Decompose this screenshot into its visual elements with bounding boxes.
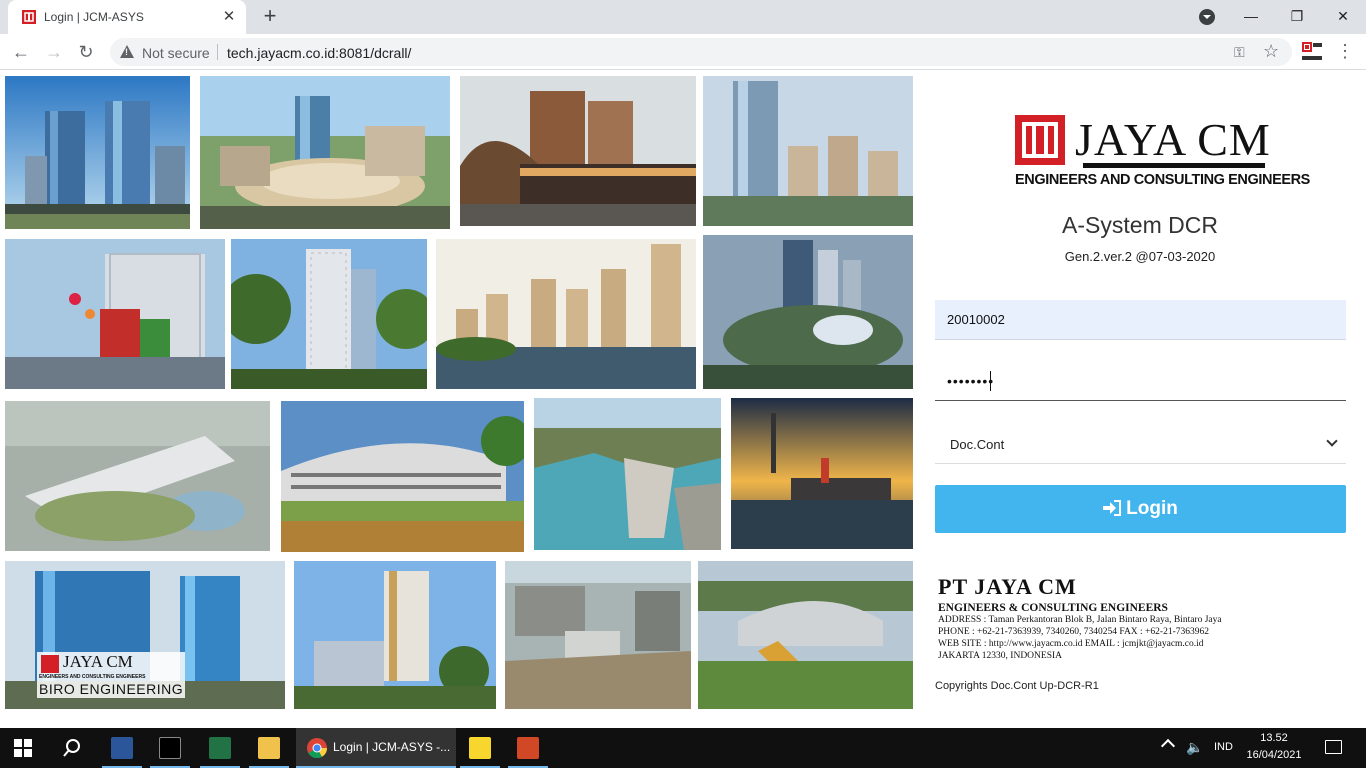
copyright-text: Copyrights Doc.Cont Up-DCR-R1 [935, 680, 1099, 692]
tab-search-icon[interactable] [1199, 9, 1215, 25]
photo-stadium-arch [460, 76, 696, 226]
company-address: ADDRESS : Taman Perkantoran Blok B, Jala… [938, 615, 1222, 625]
bookmark-star-icon[interactable]: ☆ [1263, 41, 1279, 62]
extension-biro-icon[interactable] [1300, 40, 1324, 64]
login-button[interactable]: Login [935, 485, 1346, 533]
sign-in-icon [1103, 500, 1122, 516]
windows-start-icon[interactable] [14, 739, 32, 757]
system-title: A-System DCR [1062, 212, 1218, 238]
taskbar-chrome[interactable]: Login | JCM-ASYS -... [296, 728, 456, 768]
login-button-label: Login [1126, 498, 1178, 519]
photo-residential-tower [231, 239, 427, 389]
tab-close-icon[interactable]: ✕ [220, 8, 238, 26]
chrome-icon [307, 738, 327, 758]
cmd-icon [159, 737, 181, 759]
password-field[interactable] [935, 361, 1346, 401]
taskbar-excel[interactable] [196, 728, 244, 768]
photo-lake-towers [436, 239, 696, 389]
company-tagline: ENGINEERS & CONSULTING ENGINEERS [938, 602, 1168, 614]
photo-construction-site [505, 561, 691, 709]
security-label[interactable]: Not secure [142, 45, 210, 61]
input-language[interactable]: IND [1214, 741, 1233, 753]
chevron-down-icon[interactable] [1326, 435, 1338, 447]
close-window-button[interactable]: ✕ [1320, 3, 1366, 29]
browser-tab[interactable]: Login | JCM-ASYS ✕ [8, 0, 246, 34]
taskbar-powerpoint[interactable] [504, 728, 552, 768]
photo-glass-tower [703, 76, 913, 226]
brand-logo: JAYA CM ENGINEERS AND CONSULTING ENGINEE… [1015, 114, 1310, 191]
photo-campus-tower [294, 561, 496, 709]
watermark-badge: JAYA CM ENGINEERS AND CONSULTING ENGINEE… [37, 652, 185, 698]
company-info: PT JAYA CM ENGINEERS & CONSULTING ENGINE… [938, 574, 1358, 662]
photo-mall-complex [200, 76, 450, 229]
watermark-unit: BIRO ENGINEERING [39, 681, 184, 697]
clock-date[interactable]: 16/04/2021 [1246, 749, 1302, 761]
url-text[interactable]: tech.jayacm.co.id:8081/dcrall/ [227, 45, 411, 61]
module-select-value[interactable]: Doc.Cont [950, 437, 1004, 452]
text-caret [990, 371, 991, 391]
browser-menu-icon[interactable]: ⋮ [1336, 41, 1354, 62]
login-panel: JAYA CM ENGINEERS AND CONSULTING ENGINEE… [920, 71, 1366, 728]
taskbar-sticky-notes[interactable] [456, 728, 504, 768]
photo-airport-terminal [5, 401, 270, 551]
brand-name: JAYA CM [1075, 114, 1271, 165]
password-input[interactable] [935, 361, 1346, 400]
taskbar-cmd[interactable] [146, 728, 194, 768]
company-web: WEB SITE : http://www.jayacm.co.id EMAIL… [938, 639, 1204, 649]
new-tab-button[interactable]: + [258, 5, 282, 29]
module-select[interactable]: Doc.Cont [935, 424, 1346, 464]
tab-title: Login | JCM-ASYS [44, 10, 144, 24]
browser-toolbar: ← → ↻ Not secure tech.jayacm.co.id:8081/… [0, 34, 1366, 70]
tray-chevron-up-icon[interactable] [1160, 738, 1176, 754]
company-phone: PHONE : +62-21-7363939, 7340260, 7340254… [938, 627, 1209, 637]
photo-rail-station [698, 561, 913, 709]
photo-aerial-city [703, 235, 913, 389]
photo-harbor-aerial [534, 398, 721, 550]
taskbar-explorer[interactable] [245, 728, 293, 768]
watermark-brand: JAYA CM [63, 652, 133, 671]
warning-icon[interactable] [120, 45, 134, 58]
brand-tagline: ENGINEERS AND CONSULTING ENGINEERS [1015, 172, 1310, 188]
photo-retail-building [5, 239, 225, 389]
taskbar-search-icon[interactable] [62, 738, 82, 758]
minimize-button[interactable]: — [1228, 3, 1274, 29]
sticky-notes-icon [469, 737, 491, 759]
watermark-logo-icon [41, 655, 59, 673]
forward-arrow-icon[interactable]: → [42, 40, 66, 64]
address-bar[interactable]: Not secure tech.jayacm.co.id:8081/dcrall… [110, 38, 1292, 66]
photo-power-plant [731, 398, 913, 549]
project-photo-gallery: JAYA CM ENGINEERS AND CONSULTING ENGINEE… [0, 71, 920, 728]
browser-tab-strip: Login | JCM-ASYS ✕ + — ❐ ✕ [0, 0, 1366, 34]
windows-taskbar: Login | JCM-ASYS -... 🔈 IND 13.52 16/04/… [0, 728, 1366, 768]
clock-time[interactable]: 13.52 [1246, 732, 1302, 744]
taskbar-word[interactable] [98, 728, 146, 768]
photo-twin-towers [5, 76, 190, 229]
word-icon [111, 737, 133, 759]
jaya-cm-favicon [22, 10, 36, 24]
watermark-tagline: ENGINEERS AND CONSULTING ENGINEERS [39, 674, 146, 680]
taskbar-chrome-label: Login | JCM-ASYS -... [333, 740, 451, 754]
version-label: Gen.2.ver.2 @07-03-2020 [1064, 249, 1216, 264]
company-city: JAKARTA 12330, INDONESIA [938, 651, 1063, 661]
reload-icon[interactable]: ↻ [74, 40, 98, 64]
folder-icon [258, 737, 280, 759]
user-id-field[interactable] [935, 300, 1346, 340]
notification-icon[interactable] [1325, 740, 1342, 754]
key-icon[interactable]: ⚿ [1234, 44, 1245, 61]
photo-station-building [281, 401, 524, 552]
volume-icon[interactable]: 🔈 [1186, 739, 1203, 756]
user-id-input[interactable] [935, 300, 1346, 339]
back-arrow-icon[interactable]: ← [9, 40, 33, 64]
powerpoint-icon [517, 737, 539, 759]
brand-underline [1083, 163, 1265, 168]
photo-jaya-cm-towers: JAYA CM ENGINEERS AND CONSULTING ENGINEE… [5, 561, 285, 709]
company-name: PT JAYA CM [938, 574, 1077, 599]
excel-icon [209, 737, 231, 759]
jaya-cm-logo-icon [1015, 115, 1065, 165]
omnibox-divider [217, 44, 218, 60]
restore-button[interactable]: ❐ [1274, 3, 1320, 29]
